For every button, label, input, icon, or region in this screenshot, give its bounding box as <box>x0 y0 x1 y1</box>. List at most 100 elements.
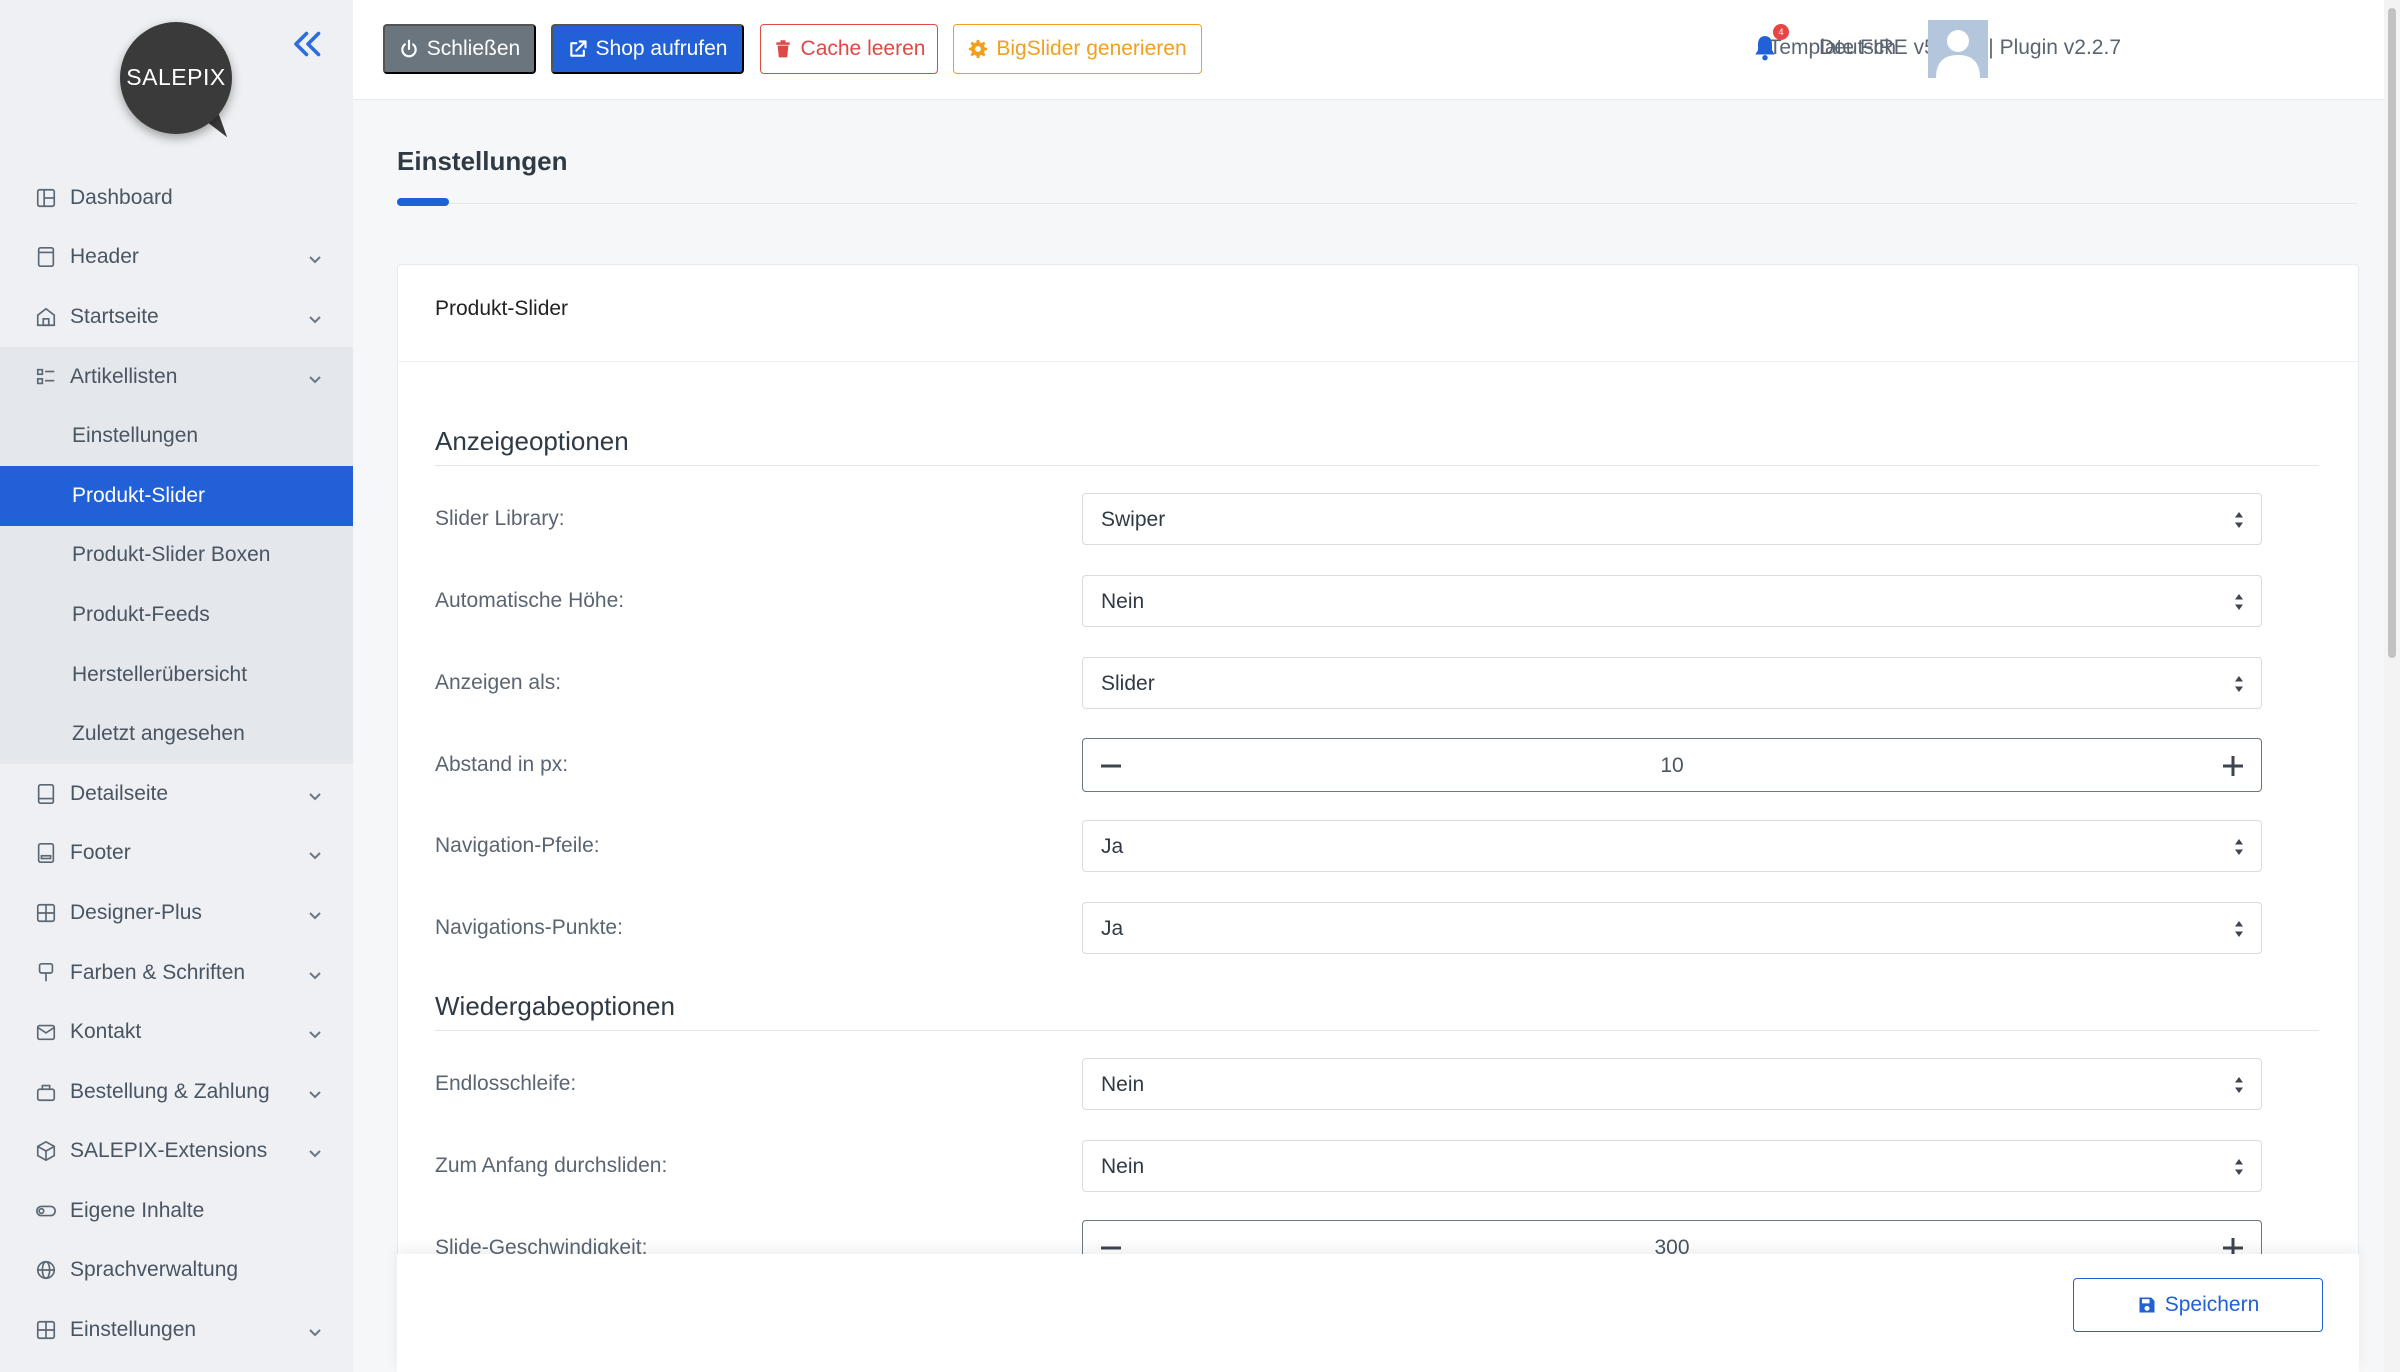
scrollbar-thumb[interactable] <box>2388 8 2396 658</box>
footer-icon <box>35 842 57 864</box>
sidebar-item-startseite[interactable]: Startseite <box>0 287 353 347</box>
sticky-footer-bar: Speichern <box>397 1254 2359 1372</box>
basket-icon <box>35 1081 57 1103</box>
section-anzeigeoptionen: Anzeigeoptionen <box>435 426 629 456</box>
page-title: Einstellungen <box>397 146 568 176</box>
minus-icon[interactable] <box>1097 752 1125 780</box>
save-button-label: Speichern <box>2164 1293 2260 1316</box>
clear-cache-button[interactable]: Cache leeren <box>760 24 938 74</box>
generate-bigslider-button[interactable]: BigSlider generieren <box>953 24 1202 74</box>
chevron-down-icon <box>307 845 323 861</box>
sidebar-item-label: Eigene Inhalte <box>70 1198 205 1222</box>
nav-arrows-select[interactable]: Ja <box>1082 820 2262 872</box>
sidebar-item-label: Sprachverwaltung <box>70 1258 239 1282</box>
sidebar-item-label: Farben & Schriften <box>70 960 246 984</box>
sidebar-item-bestellung-zahlung[interactable]: Bestellung & Zahlung <box>0 1062 353 1122</box>
select-value: Nein <box>1101 1155 1145 1178</box>
list-icon <box>35 366 57 388</box>
sidebar-item-header[interactable]: Header <box>0 228 353 288</box>
settings-card: Produkt-Slider Anzeigeoptionen Slider Li… <box>397 264 2359 1372</box>
home-icon <box>35 306 57 328</box>
sidebar-item-artikellisten[interactable]: Artikellisten <box>0 346 353 407</box>
nav-dots-select[interactable]: Ja <box>1082 902 2262 954</box>
sidebar-item-detailseite[interactable]: Detailseite <box>0 764 353 824</box>
sidebar-item-farben-schriften[interactable]: Farben & Schriften <box>0 943 353 1003</box>
sidebar-nav: Dashboard Header Startseite Artikelliste… <box>0 168 353 1360</box>
chevron-down-icon <box>307 786 323 802</box>
spacing-stepper[interactable]: 10 <box>1082 738 2262 792</box>
section-divider <box>435 1030 2319 1031</box>
sidebar-item-einstellungen[interactable]: Einstellungen <box>0 1300 353 1360</box>
chevron-down-icon <box>307 309 323 325</box>
settings-grid-icon <box>35 1319 57 1341</box>
sidebar-item-label: Bestellung & Zahlung <box>70 1079 270 1103</box>
endless-label: Endlosschleife: <box>435 1072 577 1095</box>
sort-caret-icon <box>2235 676 2243 692</box>
collapse-sidebar-icon[interactable] <box>290 26 326 62</box>
nav-arrows-label: Navigation-Pfeile: <box>435 834 600 857</box>
select-value: Slider <box>1101 672 1155 695</box>
plus-icon[interactable] <box>2219 752 2247 780</box>
sidebar-item-label: Detailseite <box>70 781 169 805</box>
sidebar-item-eigene-inhalte[interactable]: Eigene Inhalte <box>0 1181 353 1241</box>
card-header: Produkt-Slider <box>398 265 2358 362</box>
sidebar-item-dashboard[interactable]: Dashboard <box>0 168 353 228</box>
sort-caret-icon <box>2235 512 2243 528</box>
sort-caret-icon <box>2235 921 2243 937</box>
display-as-select[interactable]: Slider <box>1082 657 2262 709</box>
sidebar-item-designer-plus[interactable]: Designer-Plus <box>0 883 353 943</box>
slider-library-label: Slider Library: <box>435 507 565 530</box>
chevron-down-icon <box>307 905 323 921</box>
chevron-down-icon <box>307 1084 323 1100</box>
auto-height-label: Automatische Höhe: <box>435 589 625 612</box>
sidebar-subitem-zuletzt-angesehen[interactable]: Zuletzt angesehen <box>0 704 353 764</box>
section-wiedergabeoptionen: Wiedergabeoptionen <box>435 991 675 1021</box>
close-button[interactable]: Schließen <box>383 24 536 74</box>
sidebar-item-label: Dashboard <box>70 185 173 209</box>
chevron-down-icon <box>307 369 323 385</box>
select-value: Nein <box>1101 1073 1145 1096</box>
chevron-down-icon <box>307 249 323 265</box>
sidebar-item-label: Startseite <box>70 304 159 328</box>
endless-select[interactable]: Nein <box>1082 1058 2262 1110</box>
select-value: Nein <box>1101 590 1145 613</box>
page-scrollbar[interactable] <box>2384 0 2400 1372</box>
sidebar-subitem-produkt-feeds[interactable]: Produkt-Feeds <box>0 585 353 645</box>
brush-icon <box>35 962 57 984</box>
save-button[interactable]: Speichern <box>2073 1278 2323 1332</box>
box-icon <box>35 1140 57 1162</box>
power-icon <box>401 39 417 58</box>
sidebar-subitem-produkt-slider-boxen[interactable]: Produkt-Slider Boxen <box>0 526 353 586</box>
avatar[interactable] <box>1928 20 1988 78</box>
logo-text: SALEPIX <box>126 64 226 90</box>
sidebar-item-label: Einstellungen <box>70 1318 197 1342</box>
sidebar-subitem-produkt-slider[interactable]: Produkt-Slider <box>0 465 353 526</box>
sidebar-subnav-artikellisten: Einstellungen Produkt-Slider Produkt-Sli… <box>0 406 353 764</box>
chevron-down-icon <box>307 1322 323 1338</box>
sidebar-item-sprachverwaltung[interactable]: Sprachverwaltung <box>0 1241 353 1301</box>
chevron-down-icon <box>307 1024 323 1040</box>
clear-cache-button-label: Cache leeren <box>800 37 926 60</box>
open-shop-button[interactable]: Shop aufrufen <box>551 24 744 74</box>
sidebar-item-footer[interactable]: Footer <box>0 824 353 884</box>
sidebar-item-label: Header <box>70 245 139 269</box>
salepix-logo[interactable]: SALEPIX <box>120 22 238 145</box>
slider-library-select[interactable]: Swiper <box>1082 493 2262 545</box>
sidebar-item-salepix-extensions[interactable]: SALEPIX-Extensions <box>0 1122 353 1182</box>
display-as-label: Anzeigen als: <box>435 671 562 694</box>
sidebar-item-label: SALEPIX-Extensions <box>70 1139 268 1163</box>
sidebar-subitem-einstellungen[interactable]: Einstellungen <box>0 406 353 466</box>
sort-caret-icon <box>2235 1159 2243 1175</box>
nav-dots-label: Navigations-Punkte: <box>435 916 623 939</box>
sidebar-item-label: Artikellisten <box>70 364 178 388</box>
sidebar-subitem-herstelleruebersicht[interactable]: Herstellerübersicht <box>0 645 353 705</box>
auto-height-select[interactable]: Nein <box>1082 575 2262 627</box>
bell-icon[interactable] <box>1752 34 1778 62</box>
rewind-select[interactable]: Nein <box>1082 1140 2262 1192</box>
spacing-value[interactable]: 10 <box>1143 754 2201 778</box>
language-selector[interactable]: Deutsch <box>1819 36 1896 60</box>
floppy-disk-icon <box>2139 1297 2155 1313</box>
select-value: Swiper <box>1101 508 1166 531</box>
sidebar-item-kontakt[interactable]: Kontakt <box>0 1002 353 1062</box>
section-divider <box>435 465 2319 466</box>
